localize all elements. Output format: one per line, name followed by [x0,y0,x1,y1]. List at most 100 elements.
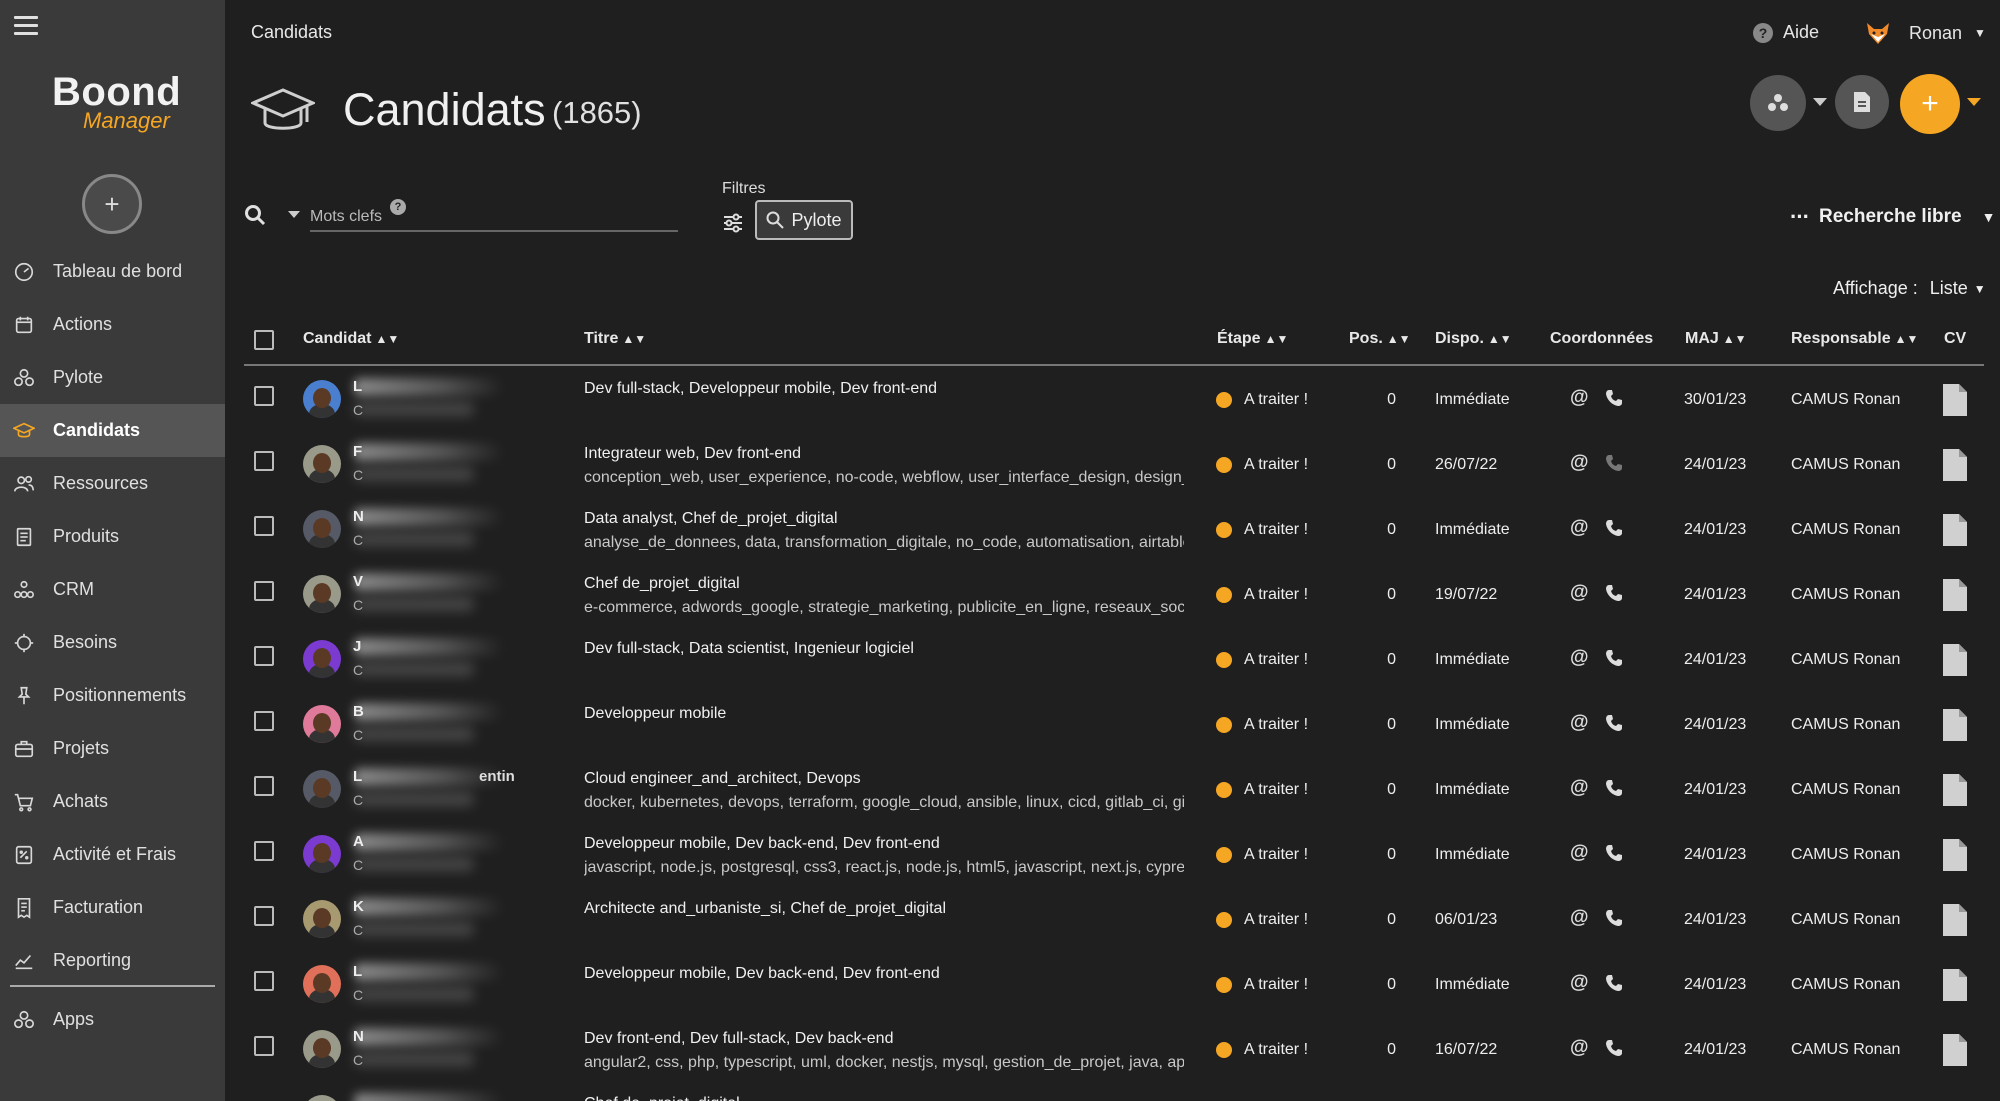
column-etape[interactable]: Étape ▲▼ [1217,330,1288,348]
email-icon[interactable]: @ [1570,777,1589,799]
phone-icon[interactable] [1605,519,1623,537]
search-icon[interactable] [244,204,266,226]
add-candidate-button[interactable]: + [1900,74,1960,134]
sidebar-item-activit-et-frais[interactable]: Activité et Frais [0,828,225,881]
cv-document-icon[interactable] [1943,969,1967,1001]
row-checkbox[interactable] [254,386,274,406]
phone-icon[interactable] [1605,974,1623,992]
table-row[interactable]: L Centin Cloud engineer_and_architect, Dev… [244,758,1984,823]
avatar[interactable] [303,575,341,613]
avatar[interactable] [303,900,341,938]
stage-status[interactable]: A traiter ! [1216,391,1308,409]
sidebar-item-projets[interactable]: Projets [0,722,225,775]
table-row[interactable]: B C Developpeur mobile A traiter ! 0 Immédiat… [244,693,1984,758]
candidate-name[interactable]: F [353,443,362,460]
email-icon[interactable]: @ [1570,452,1589,474]
stage-status[interactable]: A traiter ! [1216,651,1308,669]
select-all-checkbox[interactable] [254,330,274,350]
free-search-dropdown[interactable]: ··· Recherche libre ▼ [1790,204,1995,230]
cv-document-icon[interactable] [1943,774,1967,806]
avatar[interactable] [303,1095,341,1101]
chevron-down-icon[interactable] [1813,98,1827,106]
row-checkbox[interactable] [254,841,274,861]
menu-icon[interactable] [14,16,38,36]
cv-document-icon[interactable] [1943,514,1967,546]
email-icon[interactable]: @ [1570,1037,1589,1059]
column-titre[interactable]: Titre ▲▼ [584,330,646,348]
cv-document-icon[interactable] [1943,384,1967,416]
table-row[interactable]: L C Dev full-stack, Developpeur mobile, De… [244,368,1984,433]
table-row[interactable]: L C Developpeur mobile, Dev back-end, Dev … [244,953,1984,1018]
table-row[interactable]: K C Architecte and_urbaniste_si, Chef de_p… [244,888,1984,953]
sidebar-item-pylote[interactable]: Pylote [0,351,225,404]
pylote-filter-chip[interactable]: Pylote [755,200,853,240]
column-maj[interactable]: MAJ ▲▼ [1685,330,1747,348]
column-dispo[interactable]: Dispo. ▲▼ [1435,330,1512,348]
candidate-name[interactable]: B [353,703,364,720]
phone-icon[interactable] [1605,649,1623,667]
phone-icon[interactable] [1605,714,1623,732]
sidebar-item-achats[interactable]: Achats [0,775,225,828]
row-checkbox[interactable] [254,776,274,796]
quick-add-button[interactable]: + [82,174,142,234]
column-pos[interactable]: Pos. ▲▼ [1349,330,1411,348]
cv-document-icon[interactable] [1943,904,1967,936]
chevron-down-icon[interactable]: ▼ [1974,282,1986,296]
email-icon[interactable]: @ [1570,517,1589,539]
sidebar-item-crm[interactable]: CRM [0,563,225,616]
stage-status[interactable]: A traiter ! [1216,781,1308,799]
phone-icon[interactable] [1605,584,1623,602]
table-row[interactable]: Chef de_projet_digital [244,1083,1984,1101]
avatar[interactable] [303,835,341,873]
cv-document-icon[interactable] [1943,1034,1967,1066]
phone-icon[interactable] [1605,1039,1623,1057]
cv-document-icon[interactable] [1943,644,1967,676]
phone-icon[interactable] [1605,844,1623,862]
stage-status[interactable]: A traiter ! [1216,716,1308,734]
email-icon[interactable]: @ [1570,647,1589,669]
help-icon[interactable]: ? [390,199,406,215]
email-icon[interactable]: @ [1570,582,1589,604]
table-row[interactable]: V C Chef de_projet_digital e-commerce, adwo… [244,563,1984,628]
avatar[interactable] [303,1030,341,1068]
stage-status[interactable]: A traiter ! [1216,521,1308,539]
sidebar-item-positionnements[interactable]: Positionnements [0,669,225,722]
stage-status[interactable]: A traiter ! [1216,586,1308,604]
sidebar-item-tableau-de-bord[interactable]: Tableau de bord [0,245,225,298]
row-checkbox[interactable] [254,1036,274,1056]
row-checkbox[interactable] [254,906,274,926]
candidate-name[interactable]: N [353,1028,364,1045]
email-icon[interactable]: @ [1570,712,1589,734]
avatar[interactable] [303,640,341,678]
table-row[interactable]: N C Dev front-end, Dev full-stack, Dev bac… [244,1018,1984,1083]
chevron-down-icon[interactable] [288,211,300,218]
candidate-name[interactable]: J [353,638,361,655]
stage-status[interactable]: A traiter ! [1216,456,1308,474]
column-responsable[interactable]: Responsable ▲▼ [1791,330,1918,348]
email-icon[interactable]: @ [1570,387,1589,409]
sidebar-item-ressources[interactable]: Ressources [0,457,225,510]
avatar[interactable] [303,445,341,483]
candidate-name[interactable]: N [353,508,364,525]
candidate-name[interactable]: K [353,898,364,915]
sidebar-item-besoins[interactable]: Besoins [0,616,225,669]
avatar[interactable] [303,965,341,1003]
sidebar-item-candidats[interactable]: Candidats [0,404,225,457]
sidebar-item-apps[interactable]: Apps [0,993,225,1046]
stage-status[interactable]: A traiter ! [1216,911,1308,929]
candidate-name[interactable]: A [353,833,364,850]
row-checkbox[interactable] [254,971,274,991]
stage-status[interactable]: A traiter ! [1216,846,1308,864]
candidate-name[interactable]: V [353,573,363,590]
avatar[interactable] [303,380,341,418]
sidebar-item-produits[interactable]: Produits [0,510,225,563]
avatar[interactable] [303,510,341,548]
export-button[interactable] [1835,75,1889,129]
row-checkbox[interactable] [254,711,274,731]
email-icon[interactable]: @ [1570,842,1589,864]
help-button[interactable]: ? Aide [1753,22,1819,43]
candidate-name[interactable]: L [353,378,362,395]
cv-document-icon[interactable] [1943,839,1967,871]
email-icon[interactable]: @ [1570,972,1589,994]
avatar[interactable] [303,705,341,743]
